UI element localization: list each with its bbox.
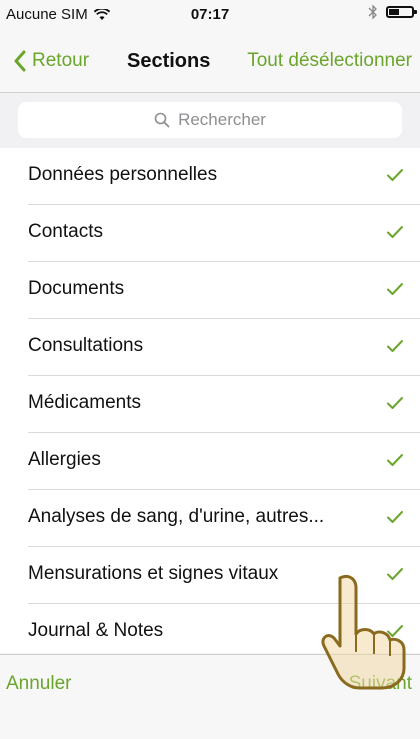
- status-right: [368, 4, 417, 20]
- status-bar: Aucune SIM 07:17: [0, 0, 420, 32]
- section-label: Allergies: [28, 449, 101, 470]
- search-placeholder: Rechercher: [178, 110, 266, 129]
- section-label: Contacts: [28, 221, 103, 242]
- checkmark-icon: [387, 169, 403, 181]
- list-item[interactable]: Analyses de sang, d'urine, autres...: [28, 490, 420, 547]
- bottom-toolbar: Annuler Suivant: [0, 654, 420, 739]
- bluetooth-icon: [368, 4, 377, 20]
- search-bar: Rechercher: [0, 93, 420, 147]
- checkmark-icon: [387, 397, 403, 409]
- search-icon: [154, 112, 170, 128]
- list-item[interactable]: Allergies: [28, 433, 420, 490]
- search-input[interactable]: Rechercher: [18, 102, 402, 138]
- page-title: Sections: [127, 50, 211, 72]
- list-item[interactable]: Contacts: [28, 205, 420, 262]
- section-label: Médicaments: [28, 392, 141, 413]
- section-label: Journal & Notes: [28, 620, 164, 641]
- checkmark-icon: [387, 568, 403, 580]
- list-item[interactable]: Médicaments: [28, 376, 420, 433]
- list-item[interactable]: Documents: [28, 262, 420, 319]
- list-item[interactable]: Journal & Notes: [28, 604, 420, 653]
- back-button[interactable]: Retour: [14, 50, 89, 72]
- section-label: Consultations: [28, 335, 144, 356]
- next-button[interactable]: Suivant: [349, 673, 412, 695]
- sections-list: Données personnelles Contacts Documents Con…: [0, 148, 420, 653]
- cancel-button[interactable]: Annuler: [6, 673, 72, 695]
- deselect-all-button[interactable]: Tout désélectionner: [247, 50, 412, 72]
- checkmark-icon: [387, 454, 403, 466]
- battery-icon: [386, 6, 417, 18]
- section-label: Documents: [28, 278, 125, 299]
- list-item[interactable]: Consultations: [28, 319, 420, 376]
- clock: 07:17: [190, 6, 230, 23]
- checkmark-icon: [387, 625, 403, 637]
- navigation-bar: Retour Sections Tout désélectionner: [0, 32, 420, 93]
- checkmark-icon: [387, 226, 403, 238]
- section-label: Mensurations et signes vitaux: [28, 563, 279, 584]
- chevron-left-icon: [14, 50, 26, 72]
- list-item[interactable]: Mensurations et signes vitaux: [28, 547, 420, 604]
- list-item[interactable]: Données personnelles: [28, 148, 420, 205]
- checkmark-icon: [387, 511, 403, 523]
- checkmark-icon: [387, 283, 403, 295]
- back-label: Retour: [32, 50, 90, 71]
- section-label: Données personnelles: [28, 164, 218, 185]
- checkmark-icon: [387, 340, 403, 352]
- section-label: Analyses de sang, d'urine, autres...: [28, 506, 325, 527]
